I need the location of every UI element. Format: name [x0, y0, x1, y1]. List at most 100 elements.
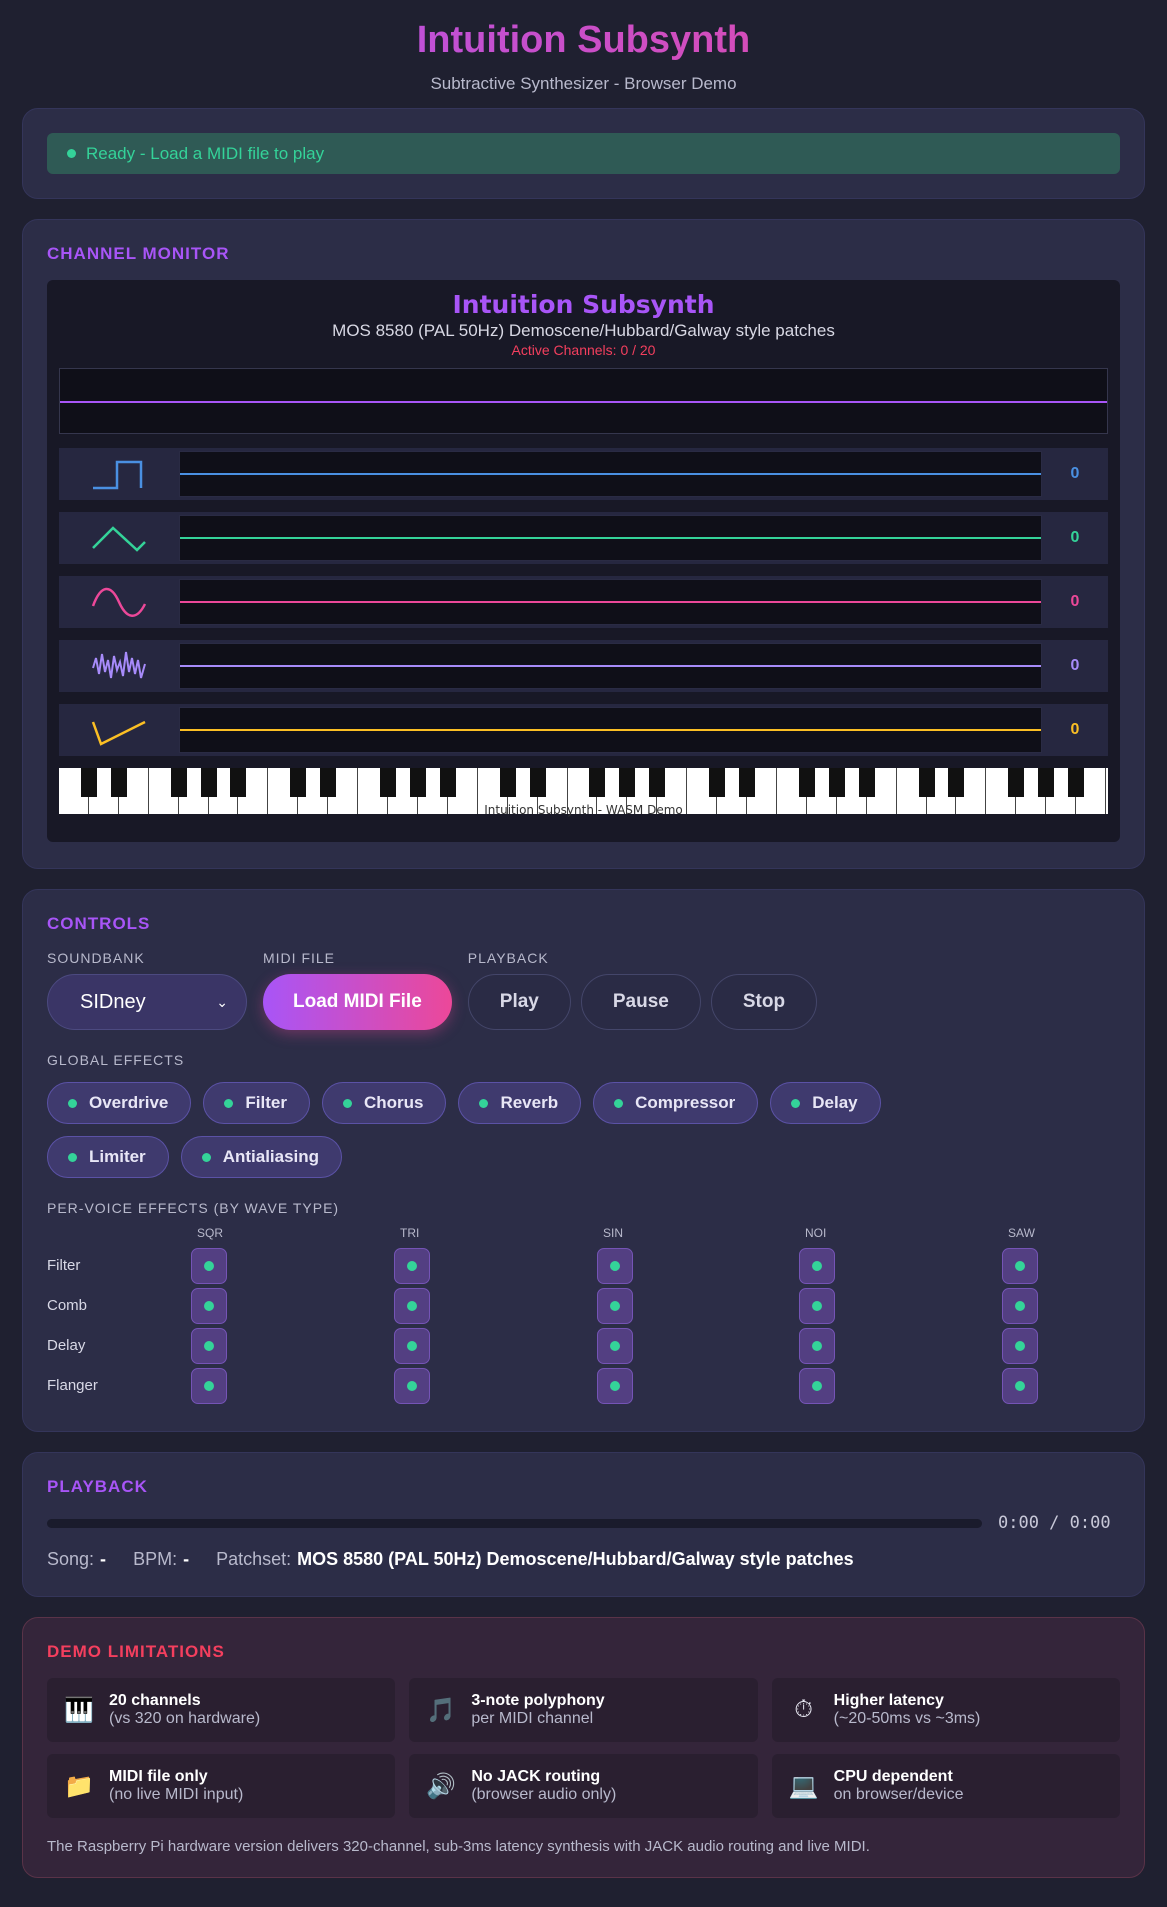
- channel-monitor-panel: CHANNEL MONITOR Intuition Subsynth MOS 8…: [22, 219, 1145, 869]
- voice-effect-toggle[interactable]: [597, 1328, 633, 1364]
- black-key[interactable]: [320, 768, 337, 797]
- limitation-title: 20 channels: [109, 1692, 201, 1709]
- voice-effect-toggle[interactable]: [597, 1368, 633, 1404]
- black-key[interactable]: [798, 768, 815, 797]
- voice-effect-toggle[interactable]: [191, 1328, 227, 1364]
- black-key[interactable]: [290, 768, 307, 797]
- black-key[interactable]: [110, 768, 127, 797]
- monitor-subtitle: MOS 8580 (PAL 50Hz) Demoscene/Hubbard/Ga…: [332, 321, 835, 340]
- voice-effect-toggle[interactable]: [1002, 1328, 1038, 1364]
- black-key[interactable]: [230, 768, 247, 797]
- limitation-title: CPU dependent: [833, 1768, 953, 1785]
- effect-toggle-overdrive[interactable]: Overdrive: [47, 1082, 192, 1124]
- pause-button[interactable]: Pause: [580, 974, 701, 1030]
- voice-effect-toggle[interactable]: [394, 1288, 430, 1324]
- voice-effect-toggle[interactable]: [799, 1328, 835, 1364]
- piano-keyboard[interactable]: Intuition Subsynth - WASM Demo: [59, 768, 1108, 817]
- toggle-on-icon: [610, 1341, 620, 1351]
- voice-effect-toggle[interactable]: [799, 1368, 835, 1404]
- black-key[interactable]: [170, 768, 187, 797]
- black-key[interactable]: [828, 768, 845, 797]
- soundbank-value: SIDney: [80, 990, 146, 1013]
- channel-oscilloscope: [179, 643, 1042, 689]
- voice-effect-toggle[interactable]: [1002, 1288, 1038, 1324]
- channel-row: 0: [59, 512, 1108, 564]
- toggle-on-icon: [407, 1381, 417, 1391]
- song-label: Song:: [47, 1549, 95, 1569]
- black-key[interactable]: [380, 768, 397, 797]
- limitation-title: Higher latency: [833, 1692, 944, 1709]
- channel-row: 0: [59, 448, 1108, 500]
- effect-label: Compressor: [635, 1093, 736, 1112]
- keyboard-label: Intuition Subsynth - WASM Demo: [484, 803, 683, 817]
- effect-toggle-antialiasing[interactable]: Antialiasing: [180, 1136, 343, 1178]
- toggle-on-icon: [610, 1381, 620, 1391]
- voice-effect-toggle[interactable]: [191, 1288, 227, 1324]
- voice-effect-toggle[interactable]: [799, 1248, 835, 1284]
- voice-effect-label: Filter: [47, 1257, 81, 1274]
- speaker-icon: 🔊: [426, 1772, 457, 1800]
- black-key[interactable]: [858, 768, 875, 797]
- effect-toggle-chorus[interactable]: Chorus: [321, 1082, 447, 1124]
- per-voice-label: PER-VOICE EFFECTS (BY WAVE TYPE): [47, 1200, 340, 1216]
- voice-effect-toggle[interactable]: [394, 1368, 430, 1404]
- soundbank-select[interactable]: SIDney ⌄: [47, 974, 247, 1030]
- voice-effect-label: Delay: [47, 1337, 86, 1354]
- toggle-on-icon: [791, 1098, 801, 1108]
- black-key[interactable]: [409, 768, 426, 797]
- black-key[interactable]: [1068, 768, 1085, 797]
- stop-button[interactable]: Stop: [710, 974, 818, 1030]
- toggle-on-icon: [614, 1098, 624, 1108]
- wave-type-header: NOI: [805, 1226, 827, 1240]
- effect-toggle-limiter[interactable]: Limiter: [47, 1136, 169, 1178]
- voice-effect-toggle[interactable]: [597, 1248, 633, 1284]
- black-key[interactable]: [739, 768, 756, 797]
- effect-label: Delay: [812, 1093, 858, 1112]
- square-wave-icon: [59, 448, 179, 500]
- toggle-on-icon: [407, 1261, 417, 1271]
- effect-toggle-compressor[interactable]: Compressor: [593, 1082, 759, 1124]
- voice-effect-toggle[interactable]: [191, 1248, 227, 1284]
- status-panel: Ready - Load a MIDI file to play: [22, 108, 1145, 199]
- black-key[interactable]: [619, 768, 636, 797]
- channel-oscilloscope: [179, 579, 1042, 625]
- play-button[interactable]: Play: [467, 974, 571, 1030]
- voice-effect-toggle[interactable]: [394, 1248, 430, 1284]
- black-key[interactable]: [649, 768, 666, 797]
- voice-effect-toggle[interactable]: [1002, 1368, 1038, 1404]
- voice-effect-toggle[interactable]: [1002, 1248, 1038, 1284]
- global-effects-list: Overdrive Filter Chorus Reverb Compressor Del…: [47, 1082, 987, 1190]
- voice-effect-toggle[interactable]: [394, 1328, 430, 1364]
- toggle-on-icon: [407, 1301, 417, 1311]
- soundbank-label: SOUNDBANK: [47, 950, 145, 966]
- demo-limitations-panel: DEMO LIMITATIONS 🎹 20 channels (vs 320 on …: [22, 1617, 1145, 1878]
- load-midi-button[interactable]: Load MIDI File: [263, 974, 452, 1030]
- effect-toggle-reverb[interactable]: Reverb: [458, 1082, 582, 1124]
- folder-icon: 📁: [64, 1772, 94, 1800]
- voice-effect-toggle[interactable]: [191, 1368, 227, 1404]
- black-key[interactable]: [589, 768, 606, 797]
- black-key[interactable]: [80, 768, 97, 797]
- black-key[interactable]: [709, 768, 726, 797]
- progress-bar[interactable]: [47, 1518, 982, 1528]
- black-key[interactable]: [499, 768, 516, 797]
- effect-toggle-delay[interactable]: Delay: [770, 1082, 881, 1124]
- playback-title: PLAYBACK: [47, 1477, 148, 1496]
- black-key[interactable]: [529, 768, 546, 797]
- voice-effect-toggle[interactable]: [597, 1288, 633, 1324]
- patchset-label: Patchset:: [216, 1549, 292, 1569]
- black-key[interactable]: [1038, 768, 1055, 797]
- limitation-title: MIDI file only: [109, 1768, 208, 1785]
- black-key[interactable]: [200, 768, 217, 797]
- black-key[interactable]: [439, 768, 456, 797]
- black-key[interactable]: [948, 768, 965, 797]
- black-key[interactable]: [1008, 768, 1025, 797]
- toggle-on-icon: [479, 1098, 489, 1108]
- midi-file-label: MIDI FILE: [263, 950, 336, 966]
- toggle-on-icon: [1015, 1381, 1025, 1391]
- voice-effect-toggle[interactable]: [799, 1288, 835, 1324]
- effect-toggle-filter[interactable]: Filter: [203, 1082, 310, 1124]
- black-key[interactable]: [918, 768, 935, 797]
- limitation-subtitle: per MIDI channel: [471, 1710, 594, 1727]
- playback-panel: PLAYBACK 0:00 / 0:00 Song: - BPM: - Patchs…: [22, 1452, 1145, 1597]
